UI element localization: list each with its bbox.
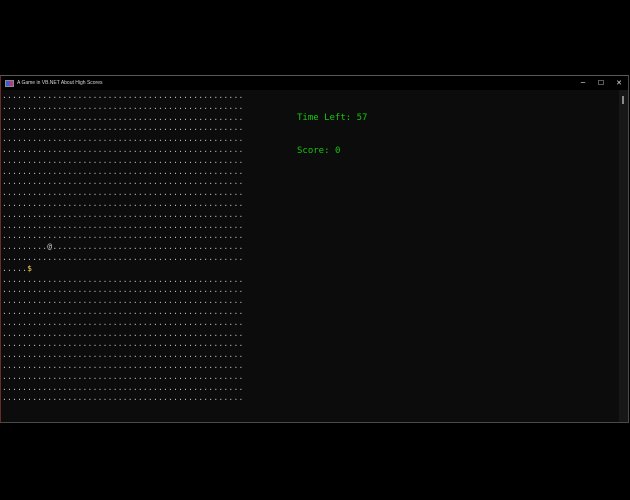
board-row: ........................................… (2, 102, 244, 113)
board-row: ........................................… (2, 329, 244, 340)
board-row: ........................................… (2, 123, 244, 134)
floor-cell: . (238, 306, 244, 316)
board-row: ........................................… (2, 361, 244, 372)
floor-cell: . (238, 155, 244, 165)
floor-cell: . (238, 328, 244, 338)
time-left-value: 57 (356, 113, 368, 123)
window-title: A Game in VB.NET About High Scores (17, 80, 103, 86)
floor-cell: . (238, 166, 244, 176)
board-row: ........................................… (2, 318, 244, 329)
floor-cell: . (238, 231, 244, 241)
board-row: ........................................… (2, 145, 244, 156)
minimize-button[interactable]: ─ (574, 76, 592, 90)
floor-cell: . (238, 252, 244, 262)
app-icon (5, 79, 14, 87)
floor-cell: . (238, 350, 244, 360)
board-row: ........................................… (2, 383, 244, 394)
board-row: ........................................… (2, 177, 244, 188)
time-left-readout: Time Left: 57 (297, 113, 367, 124)
floor-cell: . (238, 285, 244, 295)
board-row: ........................................… (2, 339, 244, 350)
floor-cell: . (238, 123, 244, 133)
close-button[interactable]: ✕ (610, 76, 628, 90)
caption-buttons: ─ ☐ ✕ (574, 76, 628, 90)
board-row: ........................................… (2, 275, 244, 286)
board-row: ........................................… (2, 307, 244, 318)
board-row: ........................................… (2, 113, 244, 124)
empty-cell (238, 264, 243, 273)
floor-cell: . (238, 360, 244, 370)
board-row: ........................................… (2, 296, 244, 307)
floor-cell: . (238, 188, 244, 198)
game-window: A Game in VB.NET About High Scores ─ ☐ ✕… (0, 75, 629, 423)
title-bar[interactable]: A Game in VB.NET About High Scores ─ ☐ ✕ (1, 76, 628, 90)
board-row: .........@..............................… (2, 242, 244, 253)
floor-cell: . (238, 371, 244, 381)
vertical-scrollbar[interactable] (619, 90, 628, 422)
floor-cell: . (238, 101, 244, 111)
floor-cell: . (238, 198, 244, 208)
floor-cell: . (238, 382, 244, 392)
board-row: .....$ (2, 264, 244, 275)
board-row: ........................................… (2, 231, 244, 242)
floor-cell: . (238, 220, 244, 230)
board-row: ........................................… (2, 393, 244, 404)
floor-cell: . (238, 91, 244, 100)
board-row: ........................................… (2, 253, 244, 264)
board-row: ........................................… (2, 91, 244, 102)
score-label: Score: (297, 146, 335, 156)
board-row: ........................................… (2, 221, 244, 232)
floor-cell: . (238, 134, 244, 144)
score-value: 0 (334, 146, 341, 156)
floor-cell: . (238, 177, 244, 187)
floor-cell: . (238, 296, 244, 306)
board-row: ........................................… (2, 167, 244, 178)
time-left-label: Time Left: (297, 113, 357, 123)
game-board: ........................................… (2, 91, 244, 404)
hud: Time Left: 57 Score: 0 (297, 91, 367, 179)
scrollbar-thumb[interactable] (622, 96, 624, 104)
floor-cell: . (238, 242, 244, 252)
board-row: ........................................… (2, 285, 244, 296)
floor-cell: . (238, 317, 244, 327)
board-row: ........................................… (2, 156, 244, 167)
floor-cell: . (238, 209, 244, 219)
board-row: ........................................… (2, 372, 244, 383)
floor-cell: . (238, 339, 244, 349)
floor-cell: . (238, 144, 244, 154)
board-row: ........................................… (2, 199, 244, 210)
board-row: ........................................… (2, 350, 244, 361)
floor-cell: . (238, 274, 244, 284)
board-row: ........................................… (2, 210, 244, 221)
console-area[interactable]: ........................................… (1, 90, 620, 422)
board-row: ........................................… (2, 188, 244, 199)
maximize-button[interactable]: ☐ (592, 76, 610, 90)
score-readout: Score: 0 (297, 146, 367, 157)
board-row: ........................................… (2, 134, 244, 145)
floor-cell: . (238, 112, 244, 122)
floor-cell: . (238, 393, 244, 403)
